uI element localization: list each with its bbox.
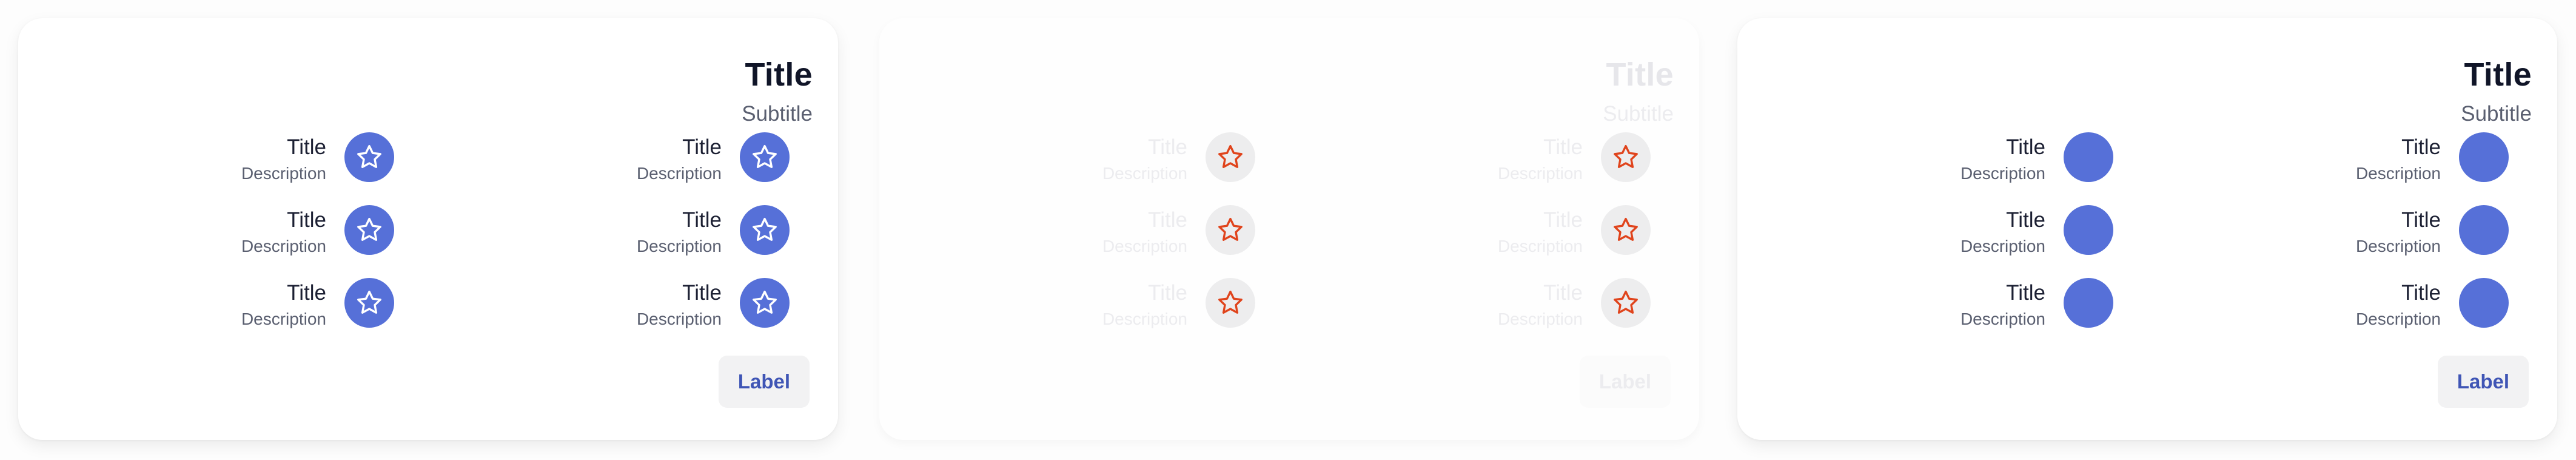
star-icon: [1601, 278, 1651, 328]
star-icon: [1601, 132, 1651, 182]
feature-title: Title: [2006, 281, 2045, 305]
feature-item: Title Description: [879, 132, 1255, 187]
star-icon: [740, 205, 790, 255]
star-icon: [740, 132, 790, 182]
feature-item: Title Description: [1737, 132, 2113, 187]
star-icon: [740, 278, 790, 328]
circle-placeholder-icon: [2064, 205, 2113, 255]
feature-description: Description: [1497, 164, 1583, 183]
feature-card-placeholder: Title Subtitle Title Description Title D…: [1737, 18, 2557, 440]
feature-item: Title Description: [1737, 205, 2113, 260]
card-title: Title: [1606, 56, 1674, 93]
feature-description: Description: [1497, 309, 1583, 328]
feature-description: Description: [1102, 164, 1187, 183]
star-icon: [1601, 205, 1651, 255]
circle-placeholder-icon: [2459, 132, 2509, 182]
feature-card-disabled: Title Subtitle Title Description Title D…: [879, 18, 1699, 440]
feature-title: Title: [287, 281, 326, 305]
feature-description: Description: [1960, 309, 2045, 328]
circle-placeholder-icon: [2064, 278, 2113, 328]
feature-description: Description: [2355, 309, 2441, 328]
feature-description: Description: [636, 164, 722, 183]
feature-description: Description: [2355, 237, 2441, 255]
star-icon: [1206, 205, 1255, 255]
feature-title: Title: [2401, 135, 2441, 159]
feature-title: Title: [2006, 208, 2045, 232]
feature-title: Title: [682, 281, 722, 305]
feature-title: Title: [682, 135, 722, 159]
feature-item: Title Description: [18, 205, 394, 260]
feature-item: Title Description: [879, 205, 1255, 260]
feature-description: Description: [241, 164, 326, 183]
feature-item: Title Description: [1275, 205, 1651, 260]
label-button[interactable]: Label: [1580, 356, 1671, 408]
feature-description: Description: [1960, 164, 2045, 183]
feature-item: Title Description: [2133, 132, 2509, 187]
feature-title: Title: [287, 208, 326, 232]
feature-item: Title Description: [18, 132, 394, 187]
feature-item: Title Description: [1275, 132, 1651, 187]
feature-title: Title: [682, 208, 722, 232]
feature-title: Title: [1148, 281, 1187, 305]
star-icon: [1206, 132, 1255, 182]
feature-item: Title Description: [2133, 205, 2509, 260]
feature-title: Title: [1543, 208, 1583, 232]
feature-item: Title Description: [414, 132, 790, 187]
star-icon: [344, 205, 394, 255]
star-icon: [1206, 278, 1255, 328]
feature-item: Title Description: [1275, 278, 1651, 333]
feature-title: Title: [287, 135, 326, 159]
circle-placeholder-icon: [2064, 132, 2113, 182]
feature-description: Description: [2355, 164, 2441, 183]
feature-item: Title Description: [18, 278, 394, 333]
feature-description: Description: [1497, 237, 1583, 255]
card-title: Title: [2464, 56, 2532, 93]
feature-title: Title: [1148, 208, 1187, 232]
feature-description: Description: [636, 237, 722, 255]
label-button[interactable]: Label: [2438, 356, 2529, 408]
card-subtitle: Subtitle: [1603, 102, 1674, 126]
feature-card-default: Title Subtitle Title Description Title D…: [18, 18, 838, 440]
feature-item: Title Description: [879, 278, 1255, 333]
feature-title: Title: [2401, 208, 2441, 232]
feature-description: Description: [1960, 237, 2045, 255]
feature-item: Title Description: [414, 278, 790, 333]
circle-placeholder-icon: [2459, 205, 2509, 255]
card-subtitle: Subtitle: [742, 102, 813, 126]
feature-title: Title: [1148, 135, 1187, 159]
feature-item: Title Description: [1737, 278, 2113, 333]
card-title: Title: [745, 56, 813, 93]
feature-description: Description: [1102, 237, 1187, 255]
label-button[interactable]: Label: [719, 356, 810, 408]
star-icon: [344, 278, 394, 328]
card-subtitle: Subtitle: [2461, 102, 2532, 126]
feature-title: Title: [1543, 281, 1583, 305]
star-icon: [344, 132, 394, 182]
feature-item: Title Description: [414, 205, 790, 260]
feature-description: Description: [636, 309, 722, 328]
feature-title: Title: [1543, 135, 1583, 159]
feature-description: Description: [241, 237, 326, 255]
feature-description: Description: [241, 309, 326, 328]
feature-description: Description: [1102, 309, 1187, 328]
feature-item: Title Description: [2133, 278, 2509, 333]
circle-placeholder-icon: [2459, 278, 2509, 328]
feature-title: Title: [2401, 281, 2441, 305]
feature-title: Title: [2006, 135, 2045, 159]
